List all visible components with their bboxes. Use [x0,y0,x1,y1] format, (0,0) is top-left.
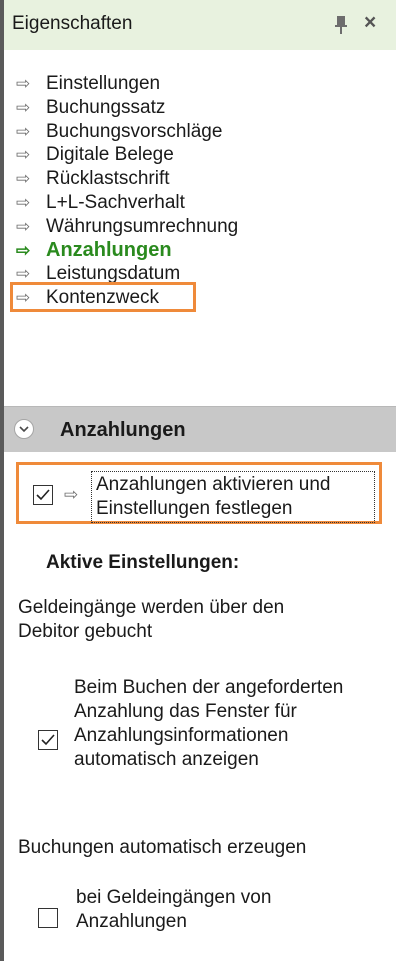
arrow-icon: ⇨ [16,216,31,236]
beim-buchen-checkbox[interactable] [38,730,58,750]
nav-item[interactable]: ⇨ Digitale Belege [16,143,238,167]
nav-item-label: Rücklastschrift [46,168,170,190]
bei-geldeingaengen-checkbox[interactable] [38,908,58,928]
arrow-icon: ⇨ [16,97,31,117]
nav-item-label: Kontenzweck [46,287,160,309]
panel-titlebar: Eigenschaften × [4,0,396,51]
close-icon[interactable]: × [364,12,376,33]
nav-item-label: L+L-Sachverhalt [46,191,185,213]
arrow-icon: ⇨ [16,192,31,212]
nav-item[interactable]: ⇨ Leistungsdatum [16,262,238,286]
arrow-icon: ⇨ [64,485,79,504]
panel-title: Eigenschaften [12,13,133,34]
active-settings-heading: Aktive Einstellungen: [46,552,240,573]
nav-item[interactable]: ⇨ L+L-Sachverhalt [16,191,238,215]
nav-item[interactable]: ⇨ Buchungssatz [16,96,238,120]
nav-item[interactable]: ⇨ Buchungsvorschläge [16,120,238,144]
arrow-icon: ⇨ [16,240,31,260]
buchungen-automatisch-text: Buchungen automatisch erzeugen [18,837,307,858]
nav-item[interactable]: ⇨ Kontenzweck [16,286,238,310]
arrow-icon: ⇨ [16,169,31,189]
nav-item-label: Digitale Belege [46,144,174,166]
bei-geldeingaengen-label: bei Geldeingängen von Anzahlungen [76,887,272,932]
nav-item-label: Leistungsdatum [46,263,181,285]
nav-item-label: Buchungssatz [46,96,166,118]
nav-item[interactable]: ⇨ Währungsumrechnung [16,215,238,239]
nav-item[interactable]: ⇨ Anzahlungen [16,239,238,263]
arrow-icon: ⇨ [16,288,31,308]
nav-item[interactable]: ⇨ Einstellungen [16,72,238,96]
anzahlungen-settings-panel: ⇨ Anzahlungen aktivieren und Einstellung… [4,452,396,961]
nav-item[interactable]: ⇨ Rücklastschrift [16,167,238,191]
nav-item-label: Anzahlungen [46,238,172,261]
nav-item-label: Buchungsvorschläge [46,120,223,142]
activate-checkbox[interactable] [33,485,53,505]
arrow-icon: ⇨ [16,264,31,284]
geldeingaenge-text: Geldeingänge werden über den Debitor geb… [18,597,285,642]
properties-nav-panel: ⇨ Einstellungen ⇨ Buchungssatz ⇨ Buchungsvors… [4,50,396,402]
chevron-down-icon[interactable] [14,419,34,439]
arrow-icon: ⇨ [16,74,31,93]
activate-link[interactable]: Anzahlungen aktivieren und Einstellungen… [91,471,375,523]
pin-icon[interactable] [334,15,348,35]
nav-item-label: Währungsumrechnung [46,215,239,237]
activate-highlight-box: ⇨ Anzahlungen aktivieren und Einstellung… [16,462,382,524]
arrow-icon: ⇨ [16,121,31,141]
nav-item-label: Einstellungen [46,73,161,94]
beim-buchen-label: Beim Buchen der angeforderten Anzahlung … [74,677,344,770]
section-title: Anzahlungen [60,419,186,441]
properties-nav-list: ⇨ Einstellungen ⇨ Buchungssatz ⇨ Buchungsvors… [10,72,238,312]
arrow-icon: ⇨ [16,145,31,165]
section-header[interactable]: Anzahlungen [4,406,396,453]
